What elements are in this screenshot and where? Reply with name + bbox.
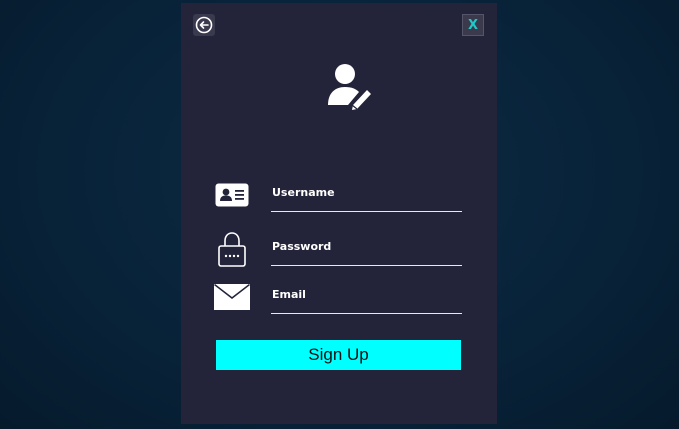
username-icon-wrap — [215, 183, 249, 207]
close-button[interactable]: X — [462, 14, 484, 36]
envelope-icon — [214, 284, 250, 310]
email-input[interactable] — [271, 313, 462, 314]
user-edit-icon — [328, 64, 371, 110]
signup-button[interactable]: Sign Up — [216, 340, 461, 370]
username-input[interactable] — [271, 211, 462, 212]
id-card-icon — [215, 183, 249, 207]
lock-icon — [218, 232, 246, 267]
email-icon-wrap — [214, 284, 250, 310]
username-label: Username — [272, 186, 335, 199]
back-arrow-icon — [195, 16, 213, 34]
email-label: Email — [272, 288, 306, 301]
signup-panel: X Username Password Email Sign Up — [181, 3, 497, 424]
password-label: Password — [272, 240, 332, 253]
back-button[interactable] — [193, 14, 215, 36]
password-icon-wrap — [218, 231, 246, 267]
password-input[interactable] — [271, 265, 462, 266]
